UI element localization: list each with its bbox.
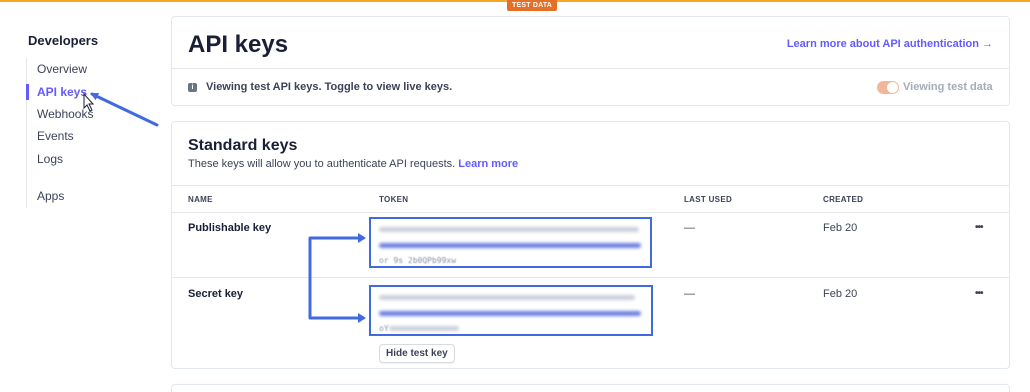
column-header-created: CREATED	[823, 195, 864, 204]
row-menu-button[interactable]: •••	[975, 222, 983, 233]
token-tail: or 9s 2b0QPb99xw	[379, 256, 457, 265]
learn-more-link[interactable]: Learn more	[458, 158, 518, 170]
info-icon: i	[188, 83, 197, 92]
publishable-key-name: Publishable key	[188, 222, 272, 234]
column-header-name: NAME	[188, 195, 213, 204]
publishable-key-token[interactable]: or 9s 2b0QPb99xw	[369, 217, 652, 268]
description-text: These keys will allow you to authenticat…	[188, 158, 456, 170]
sidebar-item-api-keys[interactable]: API keys	[37, 85, 87, 99]
last-used-value: —	[684, 222, 695, 234]
sidebar: Developers Overview API keys Webhooks Ev…	[0, 0, 160, 392]
hide-test-key-button[interactable]: Hide test key	[379, 344, 455, 363]
api-keys-header-card: API keys Learn more about API authentica…	[171, 16, 1010, 106]
test-data-badge: TEST DATA	[507, 0, 558, 11]
next-section-card	[171, 384, 1010, 392]
active-indicator	[26, 84, 29, 100]
divider	[172, 68, 1009, 69]
sidebar-item-events[interactable]: Events	[37, 129, 74, 143]
token-blur	[379, 311, 641, 316]
row-divider	[172, 277, 1009, 278]
sidebar-item-logs[interactable]: Logs	[37, 152, 63, 166]
secret-key-token[interactable]: oY	[369, 285, 653, 336]
section-description: These keys will allow you to authenticat…	[188, 158, 518, 170]
sidebar-title: Developers	[28, 33, 99, 48]
sidebar-item-webhooks[interactable]: Webhooks	[37, 107, 93, 121]
test-keys-notice: Viewing test API keys. Toggle to view li…	[206, 81, 453, 93]
column-header-token: TOKEN	[379, 195, 409, 204]
table-header-border	[172, 212, 1009, 213]
row-menu-button[interactable]: •••	[975, 288, 983, 299]
token-blur	[379, 227, 639, 232]
sidebar-item-overview[interactable]: Overview	[37, 62, 87, 76]
sidebar-nav: Overview API keys Webhooks Events Logs A…	[26, 58, 156, 208]
standard-keys-card: Standard keys These keys will allow you …	[171, 121, 1010, 369]
token-blur	[389, 326, 459, 331]
learn-more-auth-link[interactable]: Learn more about API authentication →	[787, 38, 993, 50]
page-title: API keys	[188, 31, 289, 58]
sidebar-item-apps[interactable]: Apps	[37, 189, 64, 203]
token-tail: oY	[379, 324, 389, 333]
column-header-last-used: LAST USED	[684, 195, 733, 204]
last-used-value: —	[684, 288, 695, 300]
created-value: Feb 20	[823, 222, 858, 234]
toggle-knob	[887, 82, 898, 93]
test-data-toggle[interactable]	[877, 81, 899, 94]
secret-key-name: Secret key	[188, 288, 244, 300]
created-value: Feb 20	[823, 288, 858, 300]
section-title: Standard keys	[188, 137, 298, 154]
table-top-border	[172, 185, 1009, 186]
toggle-label: Viewing test data	[903, 81, 993, 93]
token-blur	[379, 243, 641, 248]
token-blur	[379, 295, 635, 300]
